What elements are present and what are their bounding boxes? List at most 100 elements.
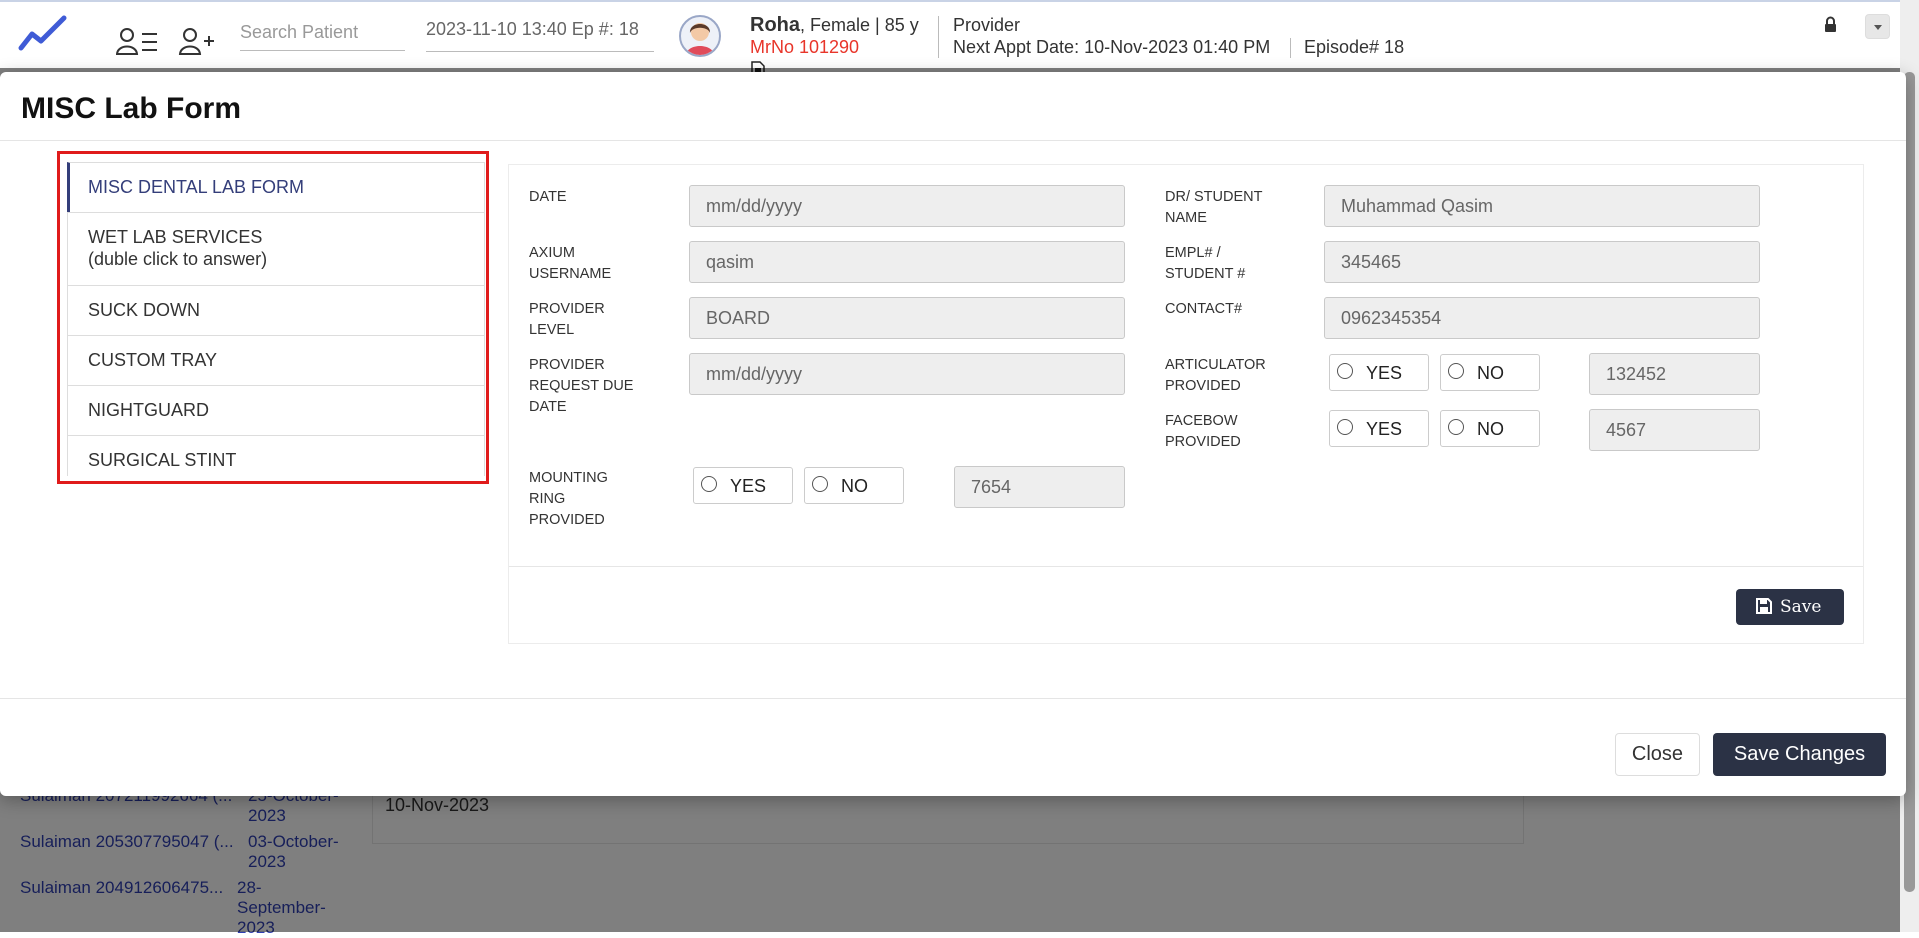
radio-label: YES bbox=[1366, 363, 1403, 383]
contact-input[interactable]: 0962345354 bbox=[1324, 297, 1760, 339]
misc-lab-form-modal: MISC Lab Form MISC DENTAL LAB FORM WET L… bbox=[0, 72, 1906, 796]
student-number-input[interactable]: 345465 bbox=[1324, 241, 1760, 283]
label-line: PROVIDED bbox=[1165, 434, 1241, 450]
episode-selector[interactable]: 2023-11-10 13:40 Ep #: 18 bbox=[426, 16, 654, 52]
radio-circle[interactable] bbox=[701, 476, 717, 492]
label-line: MOUNTING bbox=[529, 470, 608, 486]
floppy-disk-icon bbox=[1756, 598, 1772, 614]
header-divider bbox=[938, 16, 939, 58]
mounting-ring-input[interactable]: 7654 bbox=[954, 466, 1125, 508]
label-line: PROVIDED bbox=[1165, 378, 1241, 394]
close-button[interactable]: Close bbox=[1615, 733, 1700, 776]
articulator-yes-radio[interactable]: YES bbox=[1329, 354, 1429, 391]
nav-item-surgical-stint[interactable]: SURGICAL STINT bbox=[67, 435, 485, 476]
save-button-label: Save bbox=[1780, 597, 1822, 617]
patient-demographics: , Female | 85 y bbox=[800, 15, 919, 35]
nav-item-hint: (duble click to answer) bbox=[88, 249, 268, 269]
label-line: PROVIDER bbox=[529, 357, 605, 373]
radio-label: NO bbox=[1477, 363, 1504, 383]
lab-form-nav: MISC DENTAL LAB FORM WET LAB SERVICES (d… bbox=[57, 151, 489, 484]
header-dropdown-button[interactable] bbox=[1865, 14, 1890, 39]
request-due-date-label: PROVIDER REQUEST DUE DATE bbox=[529, 355, 633, 418]
request-due-date-input[interactable]: mm/dd/yyyy bbox=[689, 353, 1125, 395]
nav-item-label: SUCK DOWN bbox=[88, 300, 200, 320]
contact-label: CONTACT# bbox=[1165, 299, 1242, 320]
radio-circle[interactable] bbox=[812, 476, 828, 492]
search-patient-input[interactable] bbox=[240, 14, 405, 51]
label-line: RING bbox=[529, 491, 566, 507]
top-header: 2023-11-10 13:40 Ep #: 18 Roha, Female |… bbox=[0, 0, 1900, 77]
patient-name: Roha bbox=[750, 14, 800, 36]
facebow-yes-radio[interactable]: YES bbox=[1329, 410, 1429, 447]
mounting-ring-yes-radio[interactable]: YES bbox=[693, 467, 793, 504]
student-number-label: EMPL# / STUDENT # bbox=[1165, 243, 1245, 285]
axium-username-input[interactable]: qasim bbox=[689, 241, 1125, 283]
radio-circle[interactable] bbox=[1337, 419, 1353, 435]
axium-username-label: AXIUM USERNAME bbox=[529, 243, 611, 285]
student-name-input[interactable]: Muhammad Qasim bbox=[1324, 185, 1760, 227]
radio-label: NO bbox=[841, 476, 868, 496]
radio-label: YES bbox=[1366, 419, 1403, 439]
misc-dental-lab-form: DATE mm/dd/yyyy AXIUM USERNAME qasim PRO… bbox=[508, 164, 1864, 644]
date-label-text: DATE bbox=[529, 189, 567, 205]
form-footer-divider bbox=[509, 566, 1863, 567]
label-line: AXIUM bbox=[529, 245, 575, 261]
nav-item-nightguard[interactable]: NIGHTGUARD bbox=[67, 385, 485, 435]
nav-item-wet-lab-services[interactable]: WET LAB SERVICES (duble click to answer) bbox=[67, 212, 485, 285]
modal-footer-divider bbox=[0, 698, 1906, 699]
nav-item-label: WET LAB SERVICES bbox=[88, 227, 263, 247]
save-button[interactable]: Save bbox=[1736, 589, 1844, 625]
label-line: STUDENT # bbox=[1165, 266, 1246, 282]
label-line: CONTACT# bbox=[1165, 301, 1243, 317]
radio-circle[interactable] bbox=[1448, 363, 1464, 379]
lock-icon[interactable] bbox=[1824, 16, 1837, 33]
provider-level-label: PROVIDER LEVEL bbox=[529, 299, 605, 341]
patient-avatar[interactable] bbox=[679, 15, 721, 57]
nav-item-misc-dental-lab-form[interactable]: MISC DENTAL LAB FORM bbox=[67, 162, 485, 212]
provider-level-select[interactable]: BOARD bbox=[689, 297, 1125, 339]
patient-list-icon[interactable] bbox=[116, 26, 162, 56]
next-appt-label: Next Appt Date bbox=[953, 37, 1075, 57]
add-patient-icon[interactable] bbox=[178, 26, 218, 56]
female-avatar-icon bbox=[686, 23, 714, 55]
radio-label: NO bbox=[1477, 419, 1504, 439]
articulator-label: ARTICULATOR PROVIDED bbox=[1165, 355, 1266, 397]
label-line: PROVIDED bbox=[529, 512, 605, 528]
label-line: EMPL# / bbox=[1165, 245, 1221, 261]
provider-label: Provider bbox=[953, 15, 1021, 35]
modal-title: MISC Lab Form bbox=[21, 92, 242, 125]
label-line: LEVEL bbox=[529, 322, 575, 338]
articulator-no-radio[interactable]: NO bbox=[1440, 354, 1540, 391]
facebow-label: FACEBOW PROVIDED bbox=[1165, 411, 1241, 453]
nav-item-suck-down[interactable]: SUCK DOWN bbox=[67, 285, 485, 335]
mounting-ring-label: MOUNTING RING PROVIDED bbox=[529, 468, 608, 531]
episode-number: Episode# 18 bbox=[1304, 37, 1405, 57]
facebow-input[interactable]: 4567 bbox=[1589, 409, 1760, 451]
label-line: ARTICULATOR bbox=[1165, 357, 1266, 373]
next-appointment: Next Appt Date: 10-Nov-2023 01:40 PM bbox=[953, 37, 1270, 58]
nav-item-label: NIGHTGUARD bbox=[88, 400, 209, 420]
app-logo-icon[interactable] bbox=[18, 14, 68, 52]
label-line: REQUEST DUE bbox=[529, 378, 634, 394]
date-label: DATE bbox=[529, 187, 567, 208]
save-changes-button[interactable]: Save Changes bbox=[1713, 733, 1886, 776]
patient-mrn: MrNo 101290 bbox=[750, 37, 860, 57]
label-line: DR/ STUDENT bbox=[1165, 189, 1263, 205]
label-line: DATE bbox=[529, 399, 567, 415]
nav-item-label: CUSTOM TRAY bbox=[88, 350, 218, 370]
nav-item-custom-tray[interactable]: CUSTOM TRAY bbox=[67, 335, 485, 385]
header-divider bbox=[1290, 38, 1291, 58]
radio-circle[interactable] bbox=[1337, 363, 1353, 379]
label-line: FACEBOW bbox=[1165, 413, 1238, 429]
nav-item-label: MISC DENTAL LAB FORM bbox=[88, 177, 305, 197]
radio-label: YES bbox=[730, 476, 767, 496]
articulator-input[interactable]: 132452 bbox=[1589, 353, 1760, 395]
nav-item-label: SURGICAL STINT bbox=[88, 450, 237, 470]
mounting-ring-no-radio[interactable]: NO bbox=[804, 467, 904, 504]
label-line: PROVIDER bbox=[529, 301, 605, 317]
date-input[interactable]: mm/dd/yyyy bbox=[689, 185, 1125, 227]
facebow-no-radio[interactable]: NO bbox=[1440, 410, 1540, 447]
next-appt-value: : 10-Nov-2023 01:40 PM bbox=[1074, 37, 1271, 57]
radio-circle[interactable] bbox=[1448, 419, 1464, 435]
modal-header-divider bbox=[0, 140, 1906, 141]
